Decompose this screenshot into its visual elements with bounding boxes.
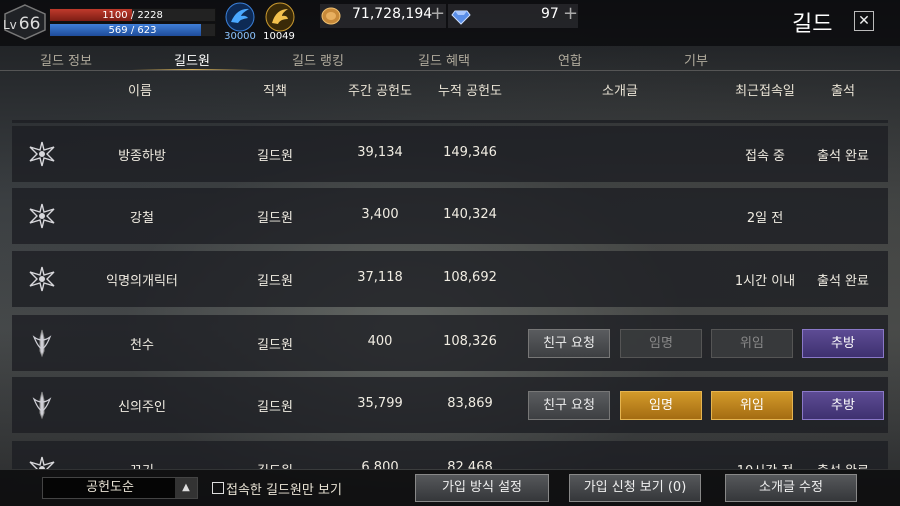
column-header-attendance[interactable]: 출석 bbox=[808, 80, 878, 99]
member-attendance: 출석 완료 bbox=[808, 460, 878, 469]
member-name: 꼬기 bbox=[102, 460, 182, 469]
tab-divider bbox=[0, 70, 900, 71]
table-row[interactable]: 꼬기 길드원 6,800 82,468 10시간 전출석 완료 bbox=[12, 441, 888, 469]
column-header-intro: 소개글 bbox=[602, 84, 638, 99]
gold-coin-icon bbox=[321, 7, 341, 25]
tab-donation[interactable]: 기부 bbox=[636, 50, 756, 69]
gold-amount: 71,728,194 bbox=[352, 6, 433, 22]
member-total-contribution: 83,869 bbox=[447, 396, 493, 411]
member-weekly-contribution: 400 bbox=[367, 334, 393, 349]
expel-button[interactable]: 추방 bbox=[802, 391, 884, 420]
tab-guild-info[interactable]: 길드 정보 bbox=[6, 50, 126, 69]
appoint-button[interactable]: 임명 bbox=[620, 391, 702, 420]
member-role: 길드원 bbox=[257, 149, 293, 164]
blue-skill-value: 30000 bbox=[224, 31, 256, 42]
tab-guild-ranking[interactable]: 길드 랭킹 bbox=[258, 50, 378, 69]
gold-wing-icon[interactable] bbox=[265, 2, 295, 32]
column-header-last-login[interactable]: 최근접속일 bbox=[720, 80, 810, 99]
winged-crest-icon bbox=[29, 266, 55, 292]
member-total-contribution: 108,692 bbox=[443, 270, 497, 285]
hp-bar: 1100 / 2228 bbox=[49, 8, 216, 22]
member-weekly-contribution: 3,400 bbox=[361, 207, 399, 222]
member-role: 길드원 bbox=[240, 460, 310, 469]
member-last-login: 1시간 이내 bbox=[734, 274, 796, 289]
gold-skill-value: 10049 bbox=[263, 31, 295, 42]
member-last-login: 10시간 전 bbox=[720, 460, 810, 469]
diamond-add-button[interactable]: + bbox=[563, 3, 578, 24]
level-badge: Lv 66 bbox=[3, 4, 47, 40]
member-weekly-contribution: 39,134 bbox=[357, 145, 403, 160]
window-title: 길드 bbox=[792, 12, 833, 37]
friend-request-button[interactable]: 친구 요청 bbox=[528, 329, 610, 358]
winged-crest-icon bbox=[29, 203, 55, 229]
sword-crest-icon bbox=[32, 391, 52, 420]
column-header-weekly[interactable]: 주간 공헌도 bbox=[335, 80, 425, 99]
top-status-bar: Lv 66 1100 / 2228 569 / 623 30000 10049 7… bbox=[0, 0, 900, 46]
online-only-label[interactable]: 접속한 길드원만 보기 bbox=[226, 479, 342, 498]
table-row[interactable]: 익명의개릭터 길드원 37,118 108,692 1시간 이내 출석 완료 bbox=[12, 251, 888, 307]
member-weekly-contribution: 37,118 bbox=[357, 270, 403, 285]
join-method-button[interactable]: 가입 방식 설정 bbox=[415, 474, 549, 502]
bottom-toolbar: 공헌도순 ▲ 접속한 길드원만 보기 가입 방식 설정 가입 신청 보기 (0)… bbox=[0, 470, 900, 506]
expel-button[interactable]: 추방 bbox=[802, 329, 884, 358]
edit-intro-button[interactable]: 소개글 수정 bbox=[725, 474, 857, 502]
member-role: 길드원 bbox=[257, 338, 293, 353]
member-attendance: 출석 완료 bbox=[817, 149, 869, 164]
mp-bar: 569 / 623 bbox=[49, 23, 216, 37]
column-header-total[interactable]: 누적 공헌도 bbox=[430, 80, 510, 99]
gold-add-button[interactable]: + bbox=[430, 3, 445, 24]
member-total-contribution: 82,468 bbox=[447, 460, 493, 469]
level-text: Lv 66 bbox=[3, 14, 40, 34]
member-last-login: 2일 전 bbox=[746, 211, 784, 226]
sword-crest-icon bbox=[32, 329, 52, 358]
member-role: 길드원 bbox=[257, 400, 293, 415]
tab-bar: 길드 정보 길드원 길드 랭킹 길드 혜택 연합 기부 bbox=[0, 47, 900, 71]
member-name: 강철 bbox=[130, 211, 154, 226]
online-only-checkbox[interactable] bbox=[212, 482, 224, 494]
member-list[interactable]: 방종하방 길드원 39,134 149,346 접속 중 출석 완료 강철 길드원 3,400 1… bbox=[12, 98, 888, 469]
member-last-login: 접속 중 bbox=[744, 149, 785, 164]
delegate-button[interactable]: 위임 bbox=[711, 329, 793, 358]
member-name: 방종하방 bbox=[118, 149, 166, 164]
sort-dropdown[interactable]: 공헌도순 ▲ bbox=[42, 477, 198, 499]
list-top-strip bbox=[12, 120, 888, 123]
friend-request-button[interactable]: 친구 요청 bbox=[528, 391, 610, 420]
member-weekly-contribution: 6,800 bbox=[361, 460, 399, 469]
member-attendance: 출석 완료 bbox=[817, 274, 869, 289]
winged-crest-icon bbox=[29, 141, 55, 167]
member-name: 신의주인 bbox=[118, 400, 166, 415]
delegate-button[interactable]: 위임 bbox=[711, 391, 793, 420]
tab-alliance[interactable]: 연합 bbox=[510, 50, 630, 69]
mp-text: 569 / 623 bbox=[108, 25, 157, 36]
member-total-contribution: 149,346 bbox=[443, 145, 497, 160]
diamond-icon bbox=[451, 10, 471, 25]
table-row[interactable]: 천수 길드원 400 108,326 친구 요청 임명 위임 추방 bbox=[12, 315, 888, 371]
member-role: 길드원 bbox=[257, 211, 293, 226]
column-header-role[interactable]: 직책 bbox=[240, 80, 310, 99]
member-name: 익명의개릭터 bbox=[106, 274, 178, 289]
close-button[interactable]: ✕ bbox=[854, 11, 874, 31]
member-total-contribution: 108,326 bbox=[443, 334, 497, 349]
tab-guild-benefits[interactable]: 길드 혜택 bbox=[384, 50, 504, 69]
member-role: 길드원 bbox=[257, 274, 293, 289]
blue-wing-icon[interactable] bbox=[225, 2, 255, 32]
level-prefix: Lv bbox=[3, 18, 17, 32]
column-header-name[interactable]: 이름 bbox=[100, 80, 180, 99]
member-total-contribution: 140,324 bbox=[443, 207, 497, 222]
tab-guild-members[interactable]: 길드원 bbox=[132, 50, 252, 69]
member-weekly-contribution: 35,799 bbox=[357, 396, 403, 411]
member-name: 천수 bbox=[130, 338, 154, 353]
appoint-button[interactable]: 임명 bbox=[620, 329, 702, 358]
diamond-amount: 97 bbox=[541, 6, 559, 22]
table-row[interactable]: 방종하방 길드원 39,134 149,346 접속 중 출석 완료 bbox=[12, 126, 888, 182]
hp-text: 1100 / 2228 bbox=[102, 10, 163, 21]
sort-arrow-icon[interactable]: ▲ bbox=[175, 478, 197, 498]
level-value: 66 bbox=[18, 14, 41, 34]
table-row[interactable]: 신의주인 길드원 35,799 83,869 친구 요청 임명 위임 추방 bbox=[12, 377, 888, 433]
table-row[interactable]: 강철 길드원 3,400 140,324 2일 전 bbox=[12, 188, 888, 244]
sort-value: 공헌도순 bbox=[86, 480, 134, 495]
view-applications-button[interactable]: 가입 신청 보기 (0) bbox=[569, 474, 701, 502]
winged-crest-icon bbox=[29, 456, 55, 469]
